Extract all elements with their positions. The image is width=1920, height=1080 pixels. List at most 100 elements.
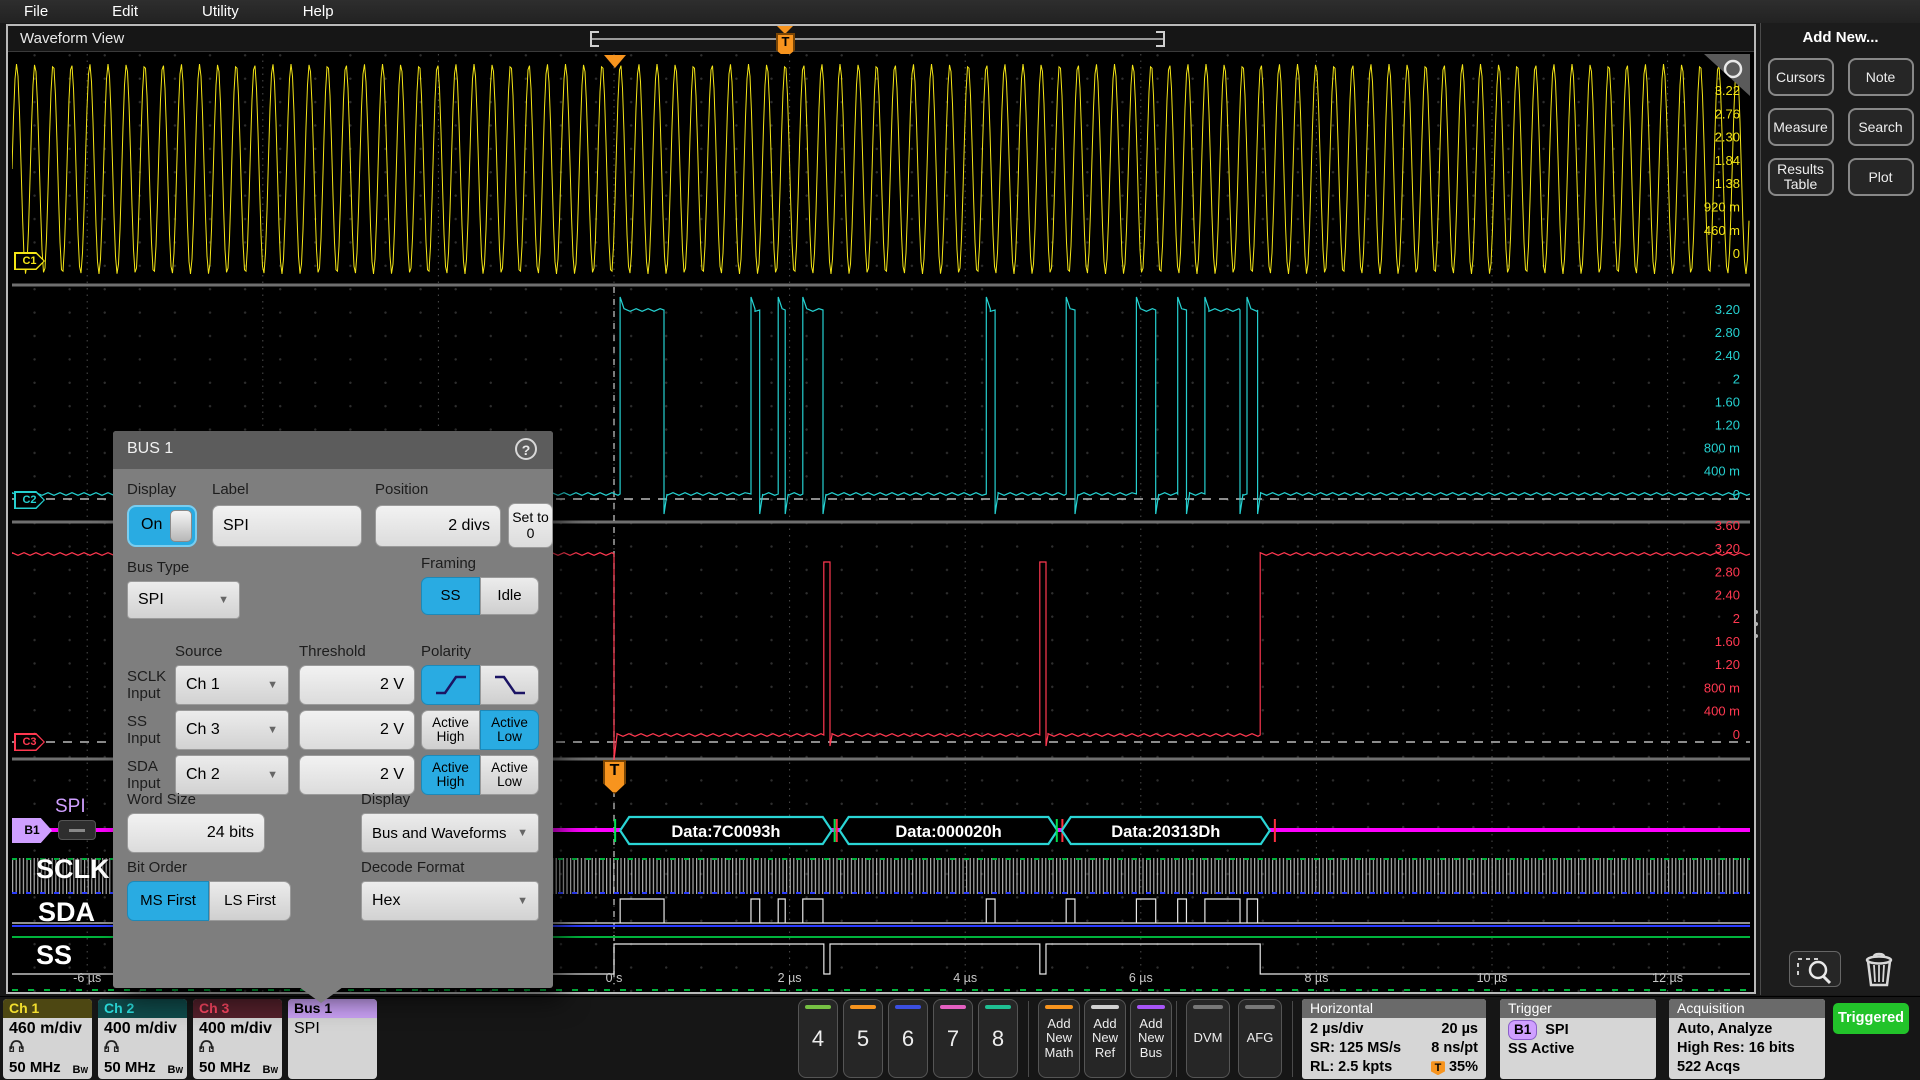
svg-text:0: 0: [1733, 246, 1740, 261]
display-on-toggle[interactable]: On: [127, 505, 197, 547]
menu-utility[interactable]: Utility: [188, 3, 253, 20]
chevron-down-icon: ▼: [517, 827, 528, 839]
add-new-cursors-button[interactable]: Cursors: [1768, 58, 1834, 96]
channel-card-title: Ch 1: [3, 999, 92, 1018]
framing-ss[interactable]: SS: [421, 577, 480, 615]
threshold-col-label: Threshold: [299, 643, 366, 660]
bus-type-dropdown[interactable]: SPI▼: [127, 581, 240, 619]
ss-input-active-low[interactable]: ActiveLow: [480, 710, 539, 750]
dialog-header[interactable]: BUS 1 ?: [113, 431, 553, 469]
channel-card-ch-2[interactable]: Ch 2 400 m/div 50 MHz BW: [98, 999, 187, 1079]
menu-help[interactable]: Help: [289, 3, 348, 20]
add-new-measure-button[interactable]: Measure: [1768, 108, 1834, 146]
ss-input-threshold-input[interactable]: 2 V: [299, 710, 415, 750]
sda-input-active-low[interactable]: ActiveLow: [480, 755, 539, 795]
help-icon[interactable]: ?: [515, 438, 537, 460]
word-size-input[interactable]: 24 bits: [127, 813, 265, 853]
falling-edge-button[interactable]: [480, 665, 539, 705]
sclk-input-threshold-input[interactable]: 2 V: [299, 665, 415, 705]
svg-text:4 µs: 4 µs: [953, 971, 977, 985]
add-new-plot-button[interactable]: Plot: [1848, 158, 1914, 196]
menu-file[interactable]: File: [10, 3, 62, 20]
trigger-position-marker-icon[interactable]: [604, 55, 626, 68]
bus-card-bus-1[interactable]: Bus 1 SPI: [288, 999, 377, 1079]
add-new-ref-button[interactable]: AddNewRef: [1084, 999, 1126, 1078]
channel-bandwidth: 50 MHz: [199, 1059, 251, 1076]
bw-limit-icon: BW: [167, 1064, 183, 1076]
svg-text:Data:7C0093h: Data:7C0093h: [671, 823, 780, 841]
bit-order-ms-first[interactable]: MS First: [127, 881, 209, 921]
trigger-panel[interactable]: Trigger B1SPI SS Active: [1500, 999, 1656, 1079]
label-input[interactable]: SPI: [212, 505, 362, 547]
svg-text:2.40: 2.40: [1715, 348, 1740, 363]
channel-6-button[interactable]: 6: [888, 999, 928, 1078]
add-new-bus-button[interactable]: AddNewBus: [1130, 999, 1172, 1078]
decode-format-dropdown[interactable]: Hex▼: [361, 881, 539, 921]
svg-text:2.80: 2.80: [1715, 564, 1740, 579]
bus-spi-label: SPI: [55, 796, 86, 818]
chevron-down-icon: ▼: [267, 724, 278, 736]
bit-order-ls-first[interactable]: LS First: [209, 881, 291, 921]
svg-text:0: 0: [1733, 727, 1740, 742]
channel-5-button[interactable]: 5: [843, 999, 883, 1078]
svg-text:2.80: 2.80: [1715, 325, 1740, 340]
sda-input-label: SDAInput: [127, 758, 160, 793]
channel-card-ch-3[interactable]: Ch 3 400 m/div 50 MHz BW: [193, 999, 282, 1079]
svg-text:1.60: 1.60: [1715, 634, 1740, 649]
svg-text:1.20: 1.20: [1715, 418, 1740, 433]
acquisition-panel[interactable]: Acquisition Auto, AnalyzeHigh Res: 16 bi…: [1669, 999, 1825, 1079]
bus-card-type: SPI: [288, 1018, 377, 1038]
dialog-callout-arrow: [299, 987, 343, 1003]
probe-icon: [9, 1039, 24, 1052]
channel-color-strip: [985, 1005, 1011, 1009]
add-new-note-button[interactable]: Note: [1848, 58, 1914, 96]
channel-card-ch-1[interactable]: Ch 1 460 m/div 50 MHz BW: [3, 999, 92, 1079]
svg-text:920 m: 920 m: [1704, 200, 1740, 215]
svg-text:3.60: 3.60: [1715, 518, 1740, 533]
ss-input-active-high[interactable]: ActiveHigh: [421, 710, 480, 750]
trash-icon[interactable]: [1861, 949, 1897, 989]
overview-trigger-arrow-icon: [777, 26, 793, 34]
sclk-input-source-dropdown[interactable]: Ch 1▼: [175, 665, 289, 705]
horizontal-value: RL: 2.5 kpts: [1310, 1058, 1392, 1077]
channel-number: 7: [947, 1026, 959, 1052]
waveform-view-title: Waveform View: [20, 30, 124, 47]
sda-input-source-dropdown[interactable]: Ch 2▼: [175, 755, 289, 795]
horizontal-panel[interactable]: Horizontal 2 µs/div20 µsSR: 125 MS/s8 ns…: [1302, 999, 1486, 1079]
channel-4-button[interactable]: 4: [798, 999, 838, 1078]
add-new-results-table-button[interactable]: Results Table: [1768, 158, 1834, 196]
add-new-search-button[interactable]: Search: [1848, 108, 1914, 146]
bit-order-label: Bit Order: [127, 859, 187, 876]
channel-7-button[interactable]: 7: [933, 999, 973, 1078]
add-new-math-button[interactable]: AddNewMath: [1038, 999, 1080, 1078]
afg-button[interactable]: AFG: [1238, 999, 1282, 1078]
sclk-row-label: SCLK: [36, 854, 110, 885]
rising-edge-button[interactable]: [421, 665, 480, 705]
set-to-zero-button[interactable]: Set to 0: [508, 503, 553, 548]
toggle-knob: [170, 510, 192, 542]
bus-1-config-dialog: BUS 1 ? Display Label Position On SPI 2 …: [113, 431, 553, 988]
svg-text:0 s: 0 s: [606, 971, 623, 985]
bus-drag-handle[interactable]: [58, 820, 96, 840]
sda-input-active-high[interactable]: ActiveHigh: [421, 755, 480, 795]
zoom-tool-button[interactable]: [1789, 951, 1841, 987]
svg-text:2: 2: [1733, 371, 1740, 386]
add-color-strip: [1137, 1005, 1165, 1009]
dvm-button[interactable]: DVM: [1186, 999, 1230, 1078]
right-sidebar: Add New... CursorsNoteMeasureSearchResul…: [1760, 23, 1920, 995]
acquisition-value: High Res: 16 bits: [1677, 1039, 1817, 1058]
panel-resize-grip[interactable]: [1754, 610, 1758, 646]
svg-text:6 µs: 6 µs: [1129, 971, 1153, 985]
framing-idle[interactable]: Idle: [480, 577, 539, 615]
menu-edit[interactable]: Edit: [98, 3, 152, 20]
svg-text:1.38: 1.38: [1715, 176, 1740, 191]
overview-right-bracket: [1156, 31, 1165, 47]
ss-input-source-dropdown[interactable]: Ch 3▼: [175, 710, 289, 750]
display-mode-dropdown[interactable]: Bus and Waveforms▼: [361, 813, 539, 853]
svg-text:2.40: 2.40: [1715, 588, 1740, 603]
sda-input-threshold-input[interactable]: 2 V: [299, 755, 415, 795]
svg-text:3.20: 3.20: [1715, 541, 1740, 556]
position-input[interactable]: 2 divs: [375, 505, 501, 547]
channel-scale: 400 m/div: [98, 1018, 187, 1038]
channel-8-button[interactable]: 8: [978, 999, 1018, 1078]
